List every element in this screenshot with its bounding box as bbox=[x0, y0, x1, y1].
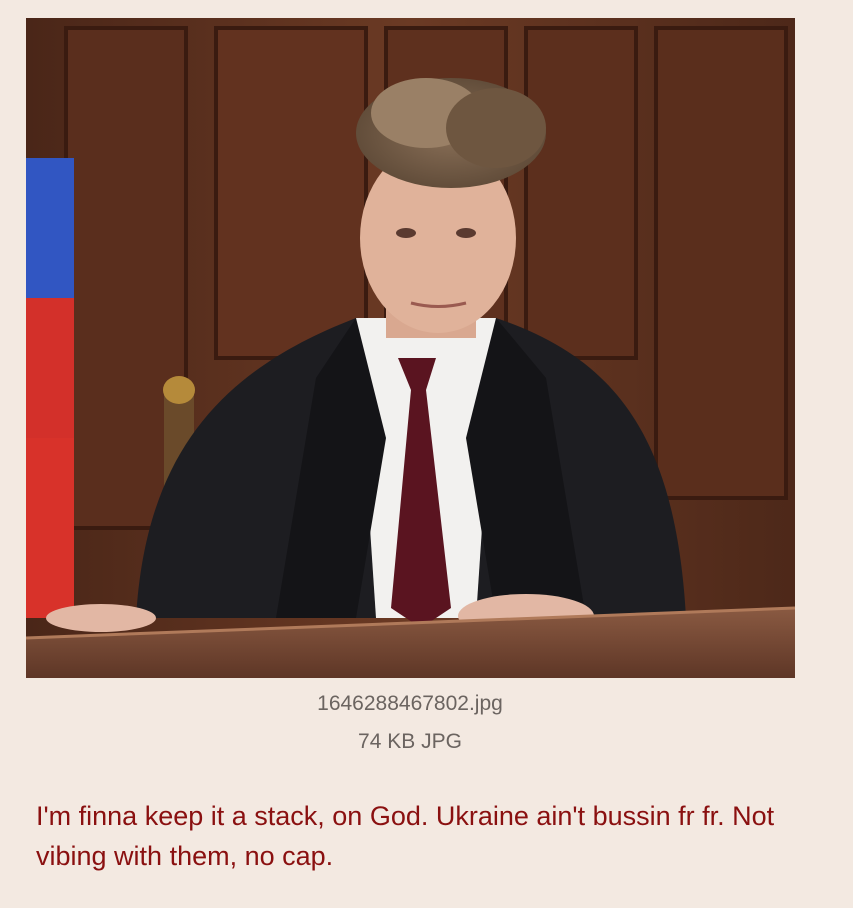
post-message: I'm finna keep it a stack, on God. Ukrai… bbox=[36, 801, 775, 871]
file-meta: 74 KB JPG bbox=[358, 730, 462, 753]
photo-illustration bbox=[26, 18, 795, 678]
imageboard-post: 1646288467802.jpg 74 KB JPG I'm finna ke… bbox=[0, 0, 853, 908]
file-name[interactable]: 1646288467802.jpg bbox=[0, 692, 820, 716]
post-image[interactable] bbox=[26, 18, 795, 678]
